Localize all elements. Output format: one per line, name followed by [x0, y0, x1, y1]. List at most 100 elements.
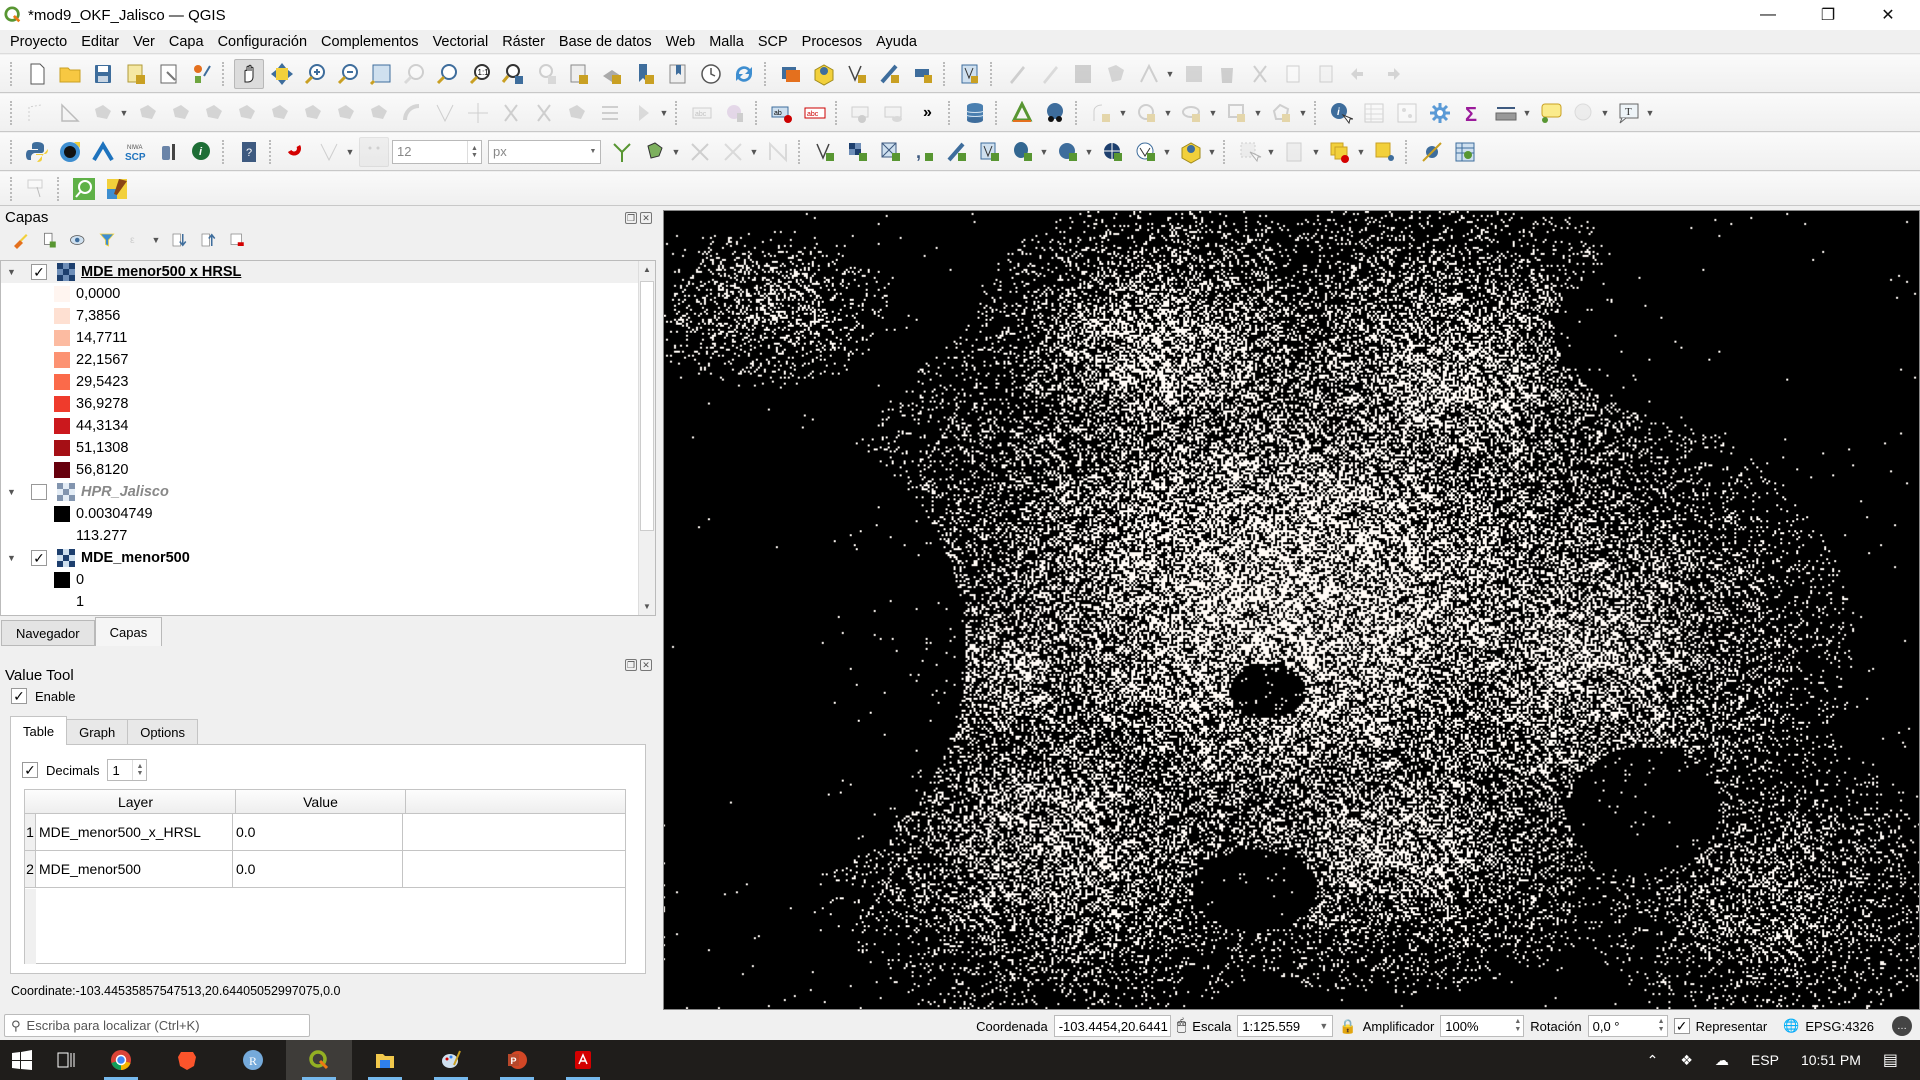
collapse-arrow-icon[interactable]: ▼ — [7, 553, 21, 563]
open-project-icon[interactable] — [55, 59, 85, 89]
dropdown-arrow-icon[interactable]: ▼ — [1163, 108, 1173, 118]
select-by-location-icon[interactable] — [1370, 137, 1400, 167]
quick-map-services-icon[interactable] — [102, 174, 132, 204]
layer-labeling-rule-icon[interactable]: abc — [800, 98, 830, 128]
quick-search-icon[interactable] — [69, 174, 99, 204]
show-bookmarks-icon[interactable] — [663, 59, 693, 89]
toggle-editing-icon[interactable] — [1035, 59, 1065, 89]
shape-digitizing-icon[interactable] — [1087, 98, 1117, 128]
snapping-vertex-icon[interactable] — [314, 137, 344, 167]
tab-graph[interactable]: Graph — [66, 719, 129, 745]
table-row[interactable]: 1 MDE_menor500_x_HRSL 0.0 — [25, 814, 625, 851]
add-polygon-feature-icon[interactable] — [1101, 59, 1131, 89]
dropdown-arrow-icon[interactable]: ▼ — [1522, 108, 1532, 118]
taskbar-app-acrobat[interactable] — [550, 1040, 616, 1080]
collapse-arrow-icon[interactable]: ▼ — [7, 267, 21, 277]
dropbox-icon[interactable]: ❖ — [1680, 1052, 1693, 1069]
menu-web[interactable]: Web — [660, 34, 702, 50]
remove-layer-icon[interactable] — [225, 229, 249, 251]
toolbar-grip[interactable] — [10, 100, 16, 125]
add-part-icon[interactable] — [232, 98, 262, 128]
toolbar-overflow-button[interactable]: » — [913, 98, 943, 128]
layer-visibility-checkbox[interactable]: ✓ — [31, 264, 47, 280]
split-parts-icon[interactable] — [529, 98, 559, 128]
add-geopackage-layer-icon[interactable] — [1176, 137, 1206, 167]
zoom-to-selection-icon[interactable] — [399, 59, 429, 89]
help-icon[interactable]: ? — [234, 137, 264, 167]
filter-legend-icon[interactable] — [95, 229, 119, 251]
taskbar-app-r[interactable]: R — [220, 1040, 286, 1080]
add-mesh-layer-icon[interactable] — [876, 137, 906, 167]
reshape-features-icon[interactable] — [364, 98, 394, 128]
map-raster-render[interactable] — [664, 211, 1919, 1009]
label-toolbar-icon[interactable]: abc — [687, 98, 717, 128]
snapping-segment-icon[interactable] — [718, 137, 748, 167]
zoom-native-resolution-icon[interactable]: 1:1 — [465, 59, 495, 89]
layer-row-mde-menor500-x-hrsl[interactable]: ▼ ✓ MDE menor500 x HRSL — [1, 261, 655, 283]
toolbar-grip[interactable] — [943, 61, 949, 86]
layout-manager-icon[interactable] — [154, 59, 184, 89]
deselect-all-icon[interactable] — [1325, 137, 1355, 167]
toolbar-grip[interactable] — [1405, 139, 1411, 164]
measure-line-icon[interactable] — [1491, 98, 1521, 128]
menu-procesos[interactable]: Procesos — [796, 34, 868, 50]
redo-icon[interactable] — [1377, 59, 1407, 89]
text-annotation-icon[interactable]: T — [1614, 98, 1644, 128]
spin-arrows-icon[interactable]: ▲ ▼ — [132, 760, 146, 780]
decimals-spinbox[interactable]: 1 ▲ ▼ — [107, 759, 148, 781]
render-checkbox[interactable]: ✓ — [1673, 1018, 1690, 1034]
dropdown-arrow-icon[interactable]: ▼ — [1118, 108, 1128, 118]
toolbar-grip[interactable] — [990, 61, 996, 86]
polygon-digitizing-icon[interactable] — [1267, 98, 1297, 128]
select-features-icon[interactable] — [1235, 137, 1265, 167]
add-group-icon[interactable] — [37, 229, 61, 251]
statistical-summary-icon[interactable]: Σ — [1458, 98, 1488, 128]
taskbar-app-powerpoint[interactable]: P — [484, 1040, 550, 1080]
coordinate-field[interactable]: -103.4454,20.6441 — [1053, 1015, 1171, 1037]
georeferencer-icon[interactable] — [1007, 98, 1037, 128]
close-panel-icon[interactable]: ✕ — [640, 212, 652, 224]
copy-features-icon[interactable] — [1278, 59, 1308, 89]
taskbar-app-brave[interactable] — [154, 1040, 220, 1080]
topological-editing-icon[interactable] — [607, 137, 637, 167]
add-ring-icon[interactable] — [199, 98, 229, 128]
plugin-o-icon[interactable] — [55, 137, 85, 167]
restore-button[interactable]: ❐ — [1800, 0, 1856, 30]
dropdown-arrow-icon[interactable]: ▼ — [1600, 108, 1610, 118]
magnifier-spinbox[interactable]: 100% ▲ ▼ — [1440, 1015, 1525, 1037]
new-3d-map-view-icon[interactable] — [597, 59, 627, 89]
toolbar-grip[interactable] — [10, 139, 16, 164]
toolbar-grip[interactable] — [10, 176, 16, 201]
db-manager-icon[interactable] — [960, 98, 990, 128]
new-map-view-icon[interactable] — [564, 59, 594, 89]
messages-icon[interactable]: … — [1892, 1016, 1912, 1036]
taskbar-app-chrome[interactable] — [88, 1040, 154, 1080]
spin-arrows-icon[interactable]: ▲ ▼ — [1514, 1018, 1521, 1034]
layer-row-hpr-jalisco[interactable]: ▼ HPR_Jalisco — [1, 481, 655, 503]
dropdown-arrow-icon[interactable]: ▼ — [671, 147, 681, 157]
delete-ring-icon[interactable] — [298, 98, 328, 128]
ellipse-digitizing-icon[interactable] — [1177, 98, 1207, 128]
snapping-tolerance-spinbox[interactable]: 12 ▲ ▼ — [392, 139, 482, 164]
pin-unpin-labels-icon[interactable] — [847, 98, 877, 128]
new-print-layout-icon[interactable] — [121, 59, 151, 89]
start-button[interactable] — [0, 1040, 44, 1080]
taskbar-app-qgis[interactable] — [286, 1040, 352, 1080]
identify-features-icon[interactable]: i — [1326, 98, 1356, 128]
zoom-to-layer-icon[interactable] — [432, 59, 462, 89]
temporal-controller-icon[interactable] — [696, 59, 726, 89]
pan-to-selection-icon[interactable] — [267, 59, 297, 89]
snapping-intersection-icon[interactable] — [685, 137, 715, 167]
add-wms-layer-icon[interactable] — [1053, 137, 1083, 167]
onedrive-icon[interactable]: ☁ — [1715, 1052, 1729, 1069]
map-canvas[interactable] — [663, 210, 1920, 1010]
offset-curve-icon[interactable] — [397, 98, 427, 128]
add-postgis-layer-icon[interactable] — [1008, 137, 1038, 167]
zoom-full-icon[interactable] — [366, 59, 396, 89]
trim-extend-icon[interactable] — [463, 98, 493, 128]
metasearch-icon[interactable] — [1040, 98, 1070, 128]
expand-all-icon[interactable] — [167, 229, 191, 251]
layer-row-mde-menor500[interactable]: ▼ ✓ MDE_menor500 — [1, 547, 655, 569]
fill-ring-icon[interactable] — [265, 98, 295, 128]
manage-map-themes-icon[interactable] — [66, 229, 90, 251]
